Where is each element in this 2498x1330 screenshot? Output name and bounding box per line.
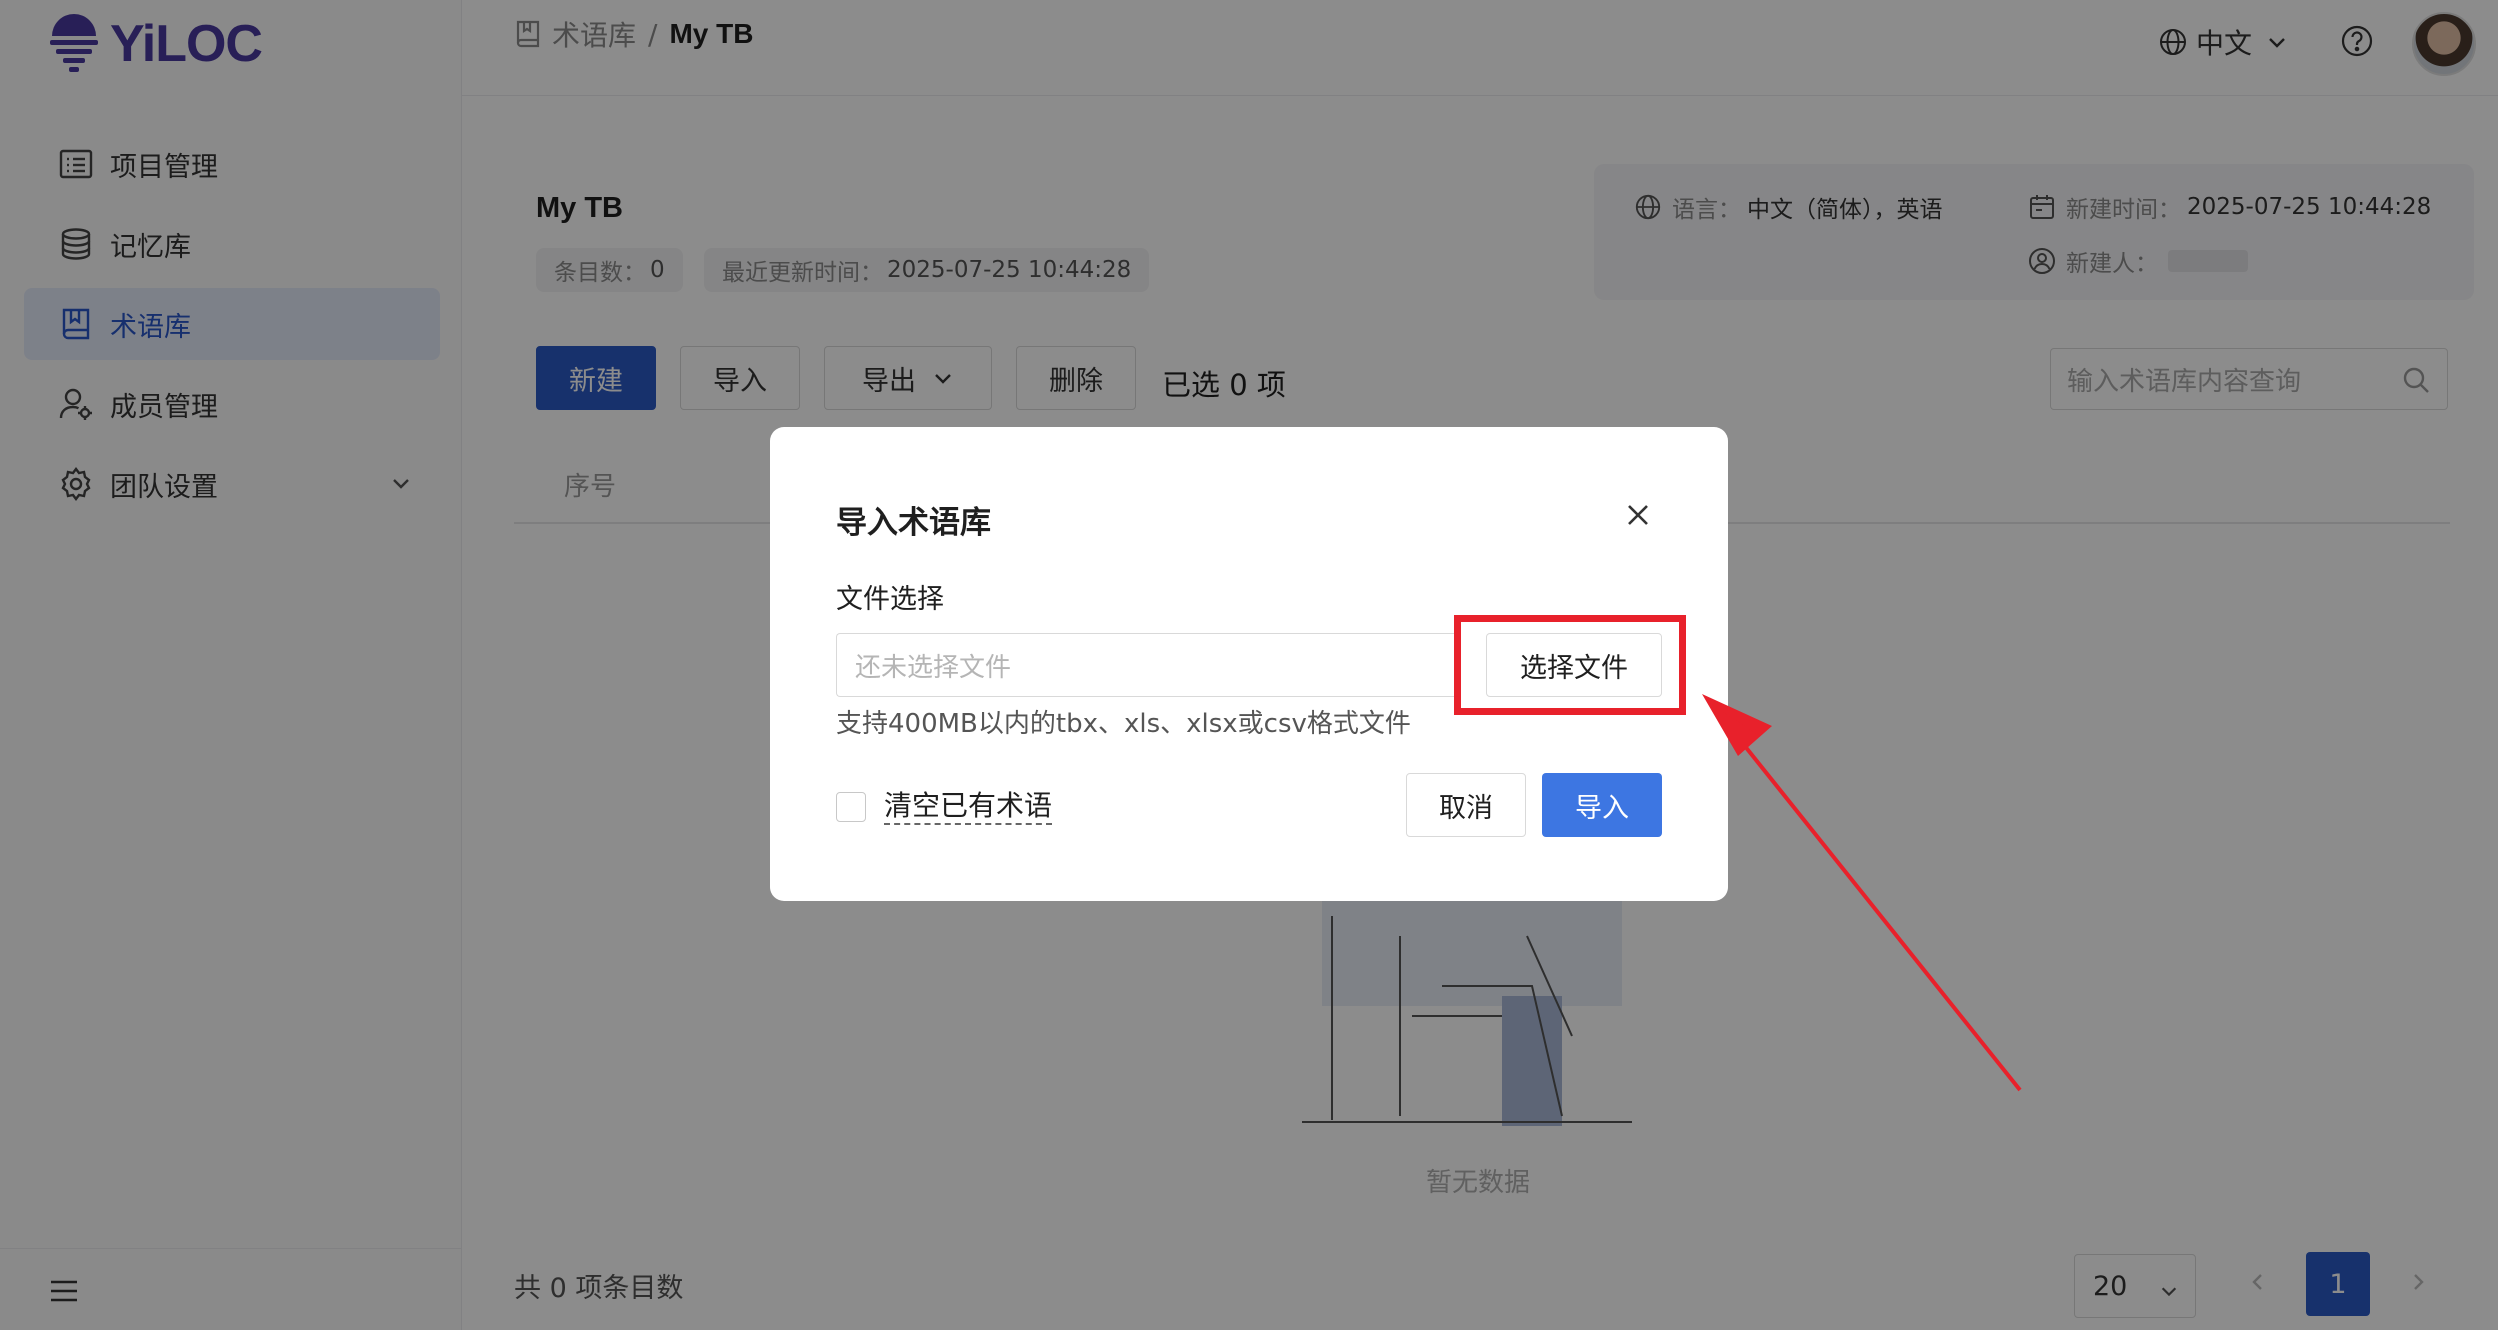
import-termbase-dialog: 导入术语库 文件选择 还未选择文件 选择文件 支持400MB以内的tbx、xls…: [770, 427, 1728, 901]
confirm-import-button[interactable]: 导入: [1542, 773, 1662, 837]
highlight-annotation-box: [1454, 615, 1686, 715]
file-path-input[interactable]: 还未选择文件: [836, 633, 1456, 697]
clear-terms-label[interactable]: 清空已有术语: [884, 789, 1053, 825]
close-icon[interactable]: [1624, 501, 1652, 533]
dialog-title: 导入术语库: [836, 505, 991, 541]
cancel-button[interactable]: 取消: [1406, 773, 1526, 837]
clear-terms-option[interactable]: 清空已有术语: [836, 789, 1053, 825]
clear-terms-checkbox[interactable]: [836, 792, 866, 822]
file-placeholder: 还未选择文件: [855, 652, 1012, 683]
file-format-hint: 支持400MB以内的tbx、xls、xlsx或csv格式文件: [836, 709, 1411, 739]
file-select-label: 文件选择: [836, 584, 944, 615]
